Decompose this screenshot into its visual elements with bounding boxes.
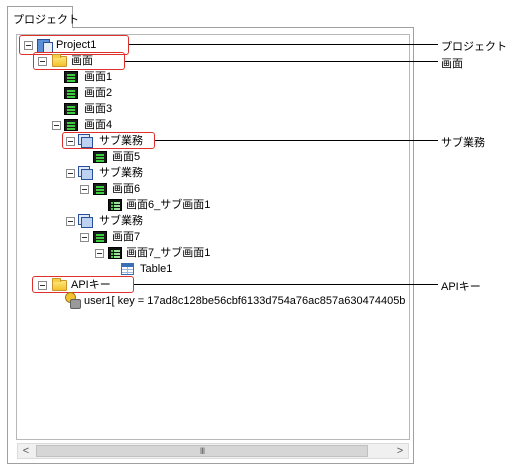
collapse-toggle-screen-6[interactable] [80, 185, 89, 194]
collapse-toggle-subtask-b[interactable] [66, 169, 75, 178]
subscreen-icon [108, 247, 122, 259]
highlight-api-folder [32, 276, 134, 293]
tree-node-screen-2[interactable]: 画面2 [84, 86, 112, 100]
screen-icon [93, 151, 107, 163]
tree-node-table1[interactable]: Table1 [140, 262, 172, 276]
tree-node-subtask-b[interactable]: サブ業務 [99, 166, 143, 180]
annotation-line-screens [125, 61, 438, 62]
annotation-label-screens: 画面 [441, 58, 463, 70]
api-key-icon [64, 292, 81, 309]
annotation-label-apikey: APIキー [441, 281, 481, 293]
scroll-right-button[interactable]: > [392, 444, 408, 458]
tree-node-screen-7-sub[interactable]: 画面7_サブ画面1 [126, 246, 210, 260]
screen-icon [64, 103, 78, 115]
chevron-left-icon: < [22, 445, 30, 457]
screen-icon [64, 119, 78, 131]
collapse-toggle-screen-7[interactable] [80, 233, 89, 242]
horizontal-scrollbar[interactable]: < III > [17, 443, 409, 459]
tree-node-screen-6-sub[interactable]: 画面6_サブ画面1 [126, 198, 210, 212]
tree-node-screen-6[interactable]: 画面6 [112, 182, 140, 196]
tree-node-screen-3[interactable]: 画面3 [84, 102, 112, 116]
tree-node-screen-4[interactable]: 画面4 [84, 118, 112, 132]
highlight-subtask [62, 132, 155, 149]
tree-node-api-entry[interactable]: user1[ key = 17ad8c128be56cbf6133d754a76… [84, 294, 405, 308]
highlight-screens-folder [33, 52, 125, 70]
annotation-line-project [129, 44, 438, 45]
scroll-thumb[interactable]: III [36, 445, 368, 457]
collapse-toggle-subtask-c[interactable] [66, 217, 75, 226]
table-icon [121, 263, 134, 275]
tree-node-screen-7[interactable]: 画面7 [112, 230, 140, 244]
screen-icon [93, 183, 107, 195]
subtask-icon [78, 166, 93, 180]
chevron-right-icon: > [396, 445, 404, 457]
tree-node-screen-1[interactable]: 画面1 [84, 70, 112, 84]
annotation-label-subtask: サブ業務 [441, 137, 485, 149]
collapse-toggle-screen-7-sub[interactable] [95, 249, 104, 258]
subtask-icon [78, 214, 93, 228]
screen-icon [64, 87, 78, 99]
annotation-line-apikey [134, 284, 438, 285]
collapse-toggle-screen-4[interactable] [52, 121, 61, 130]
annotation-label-project: プロジェクト [441, 41, 507, 53]
screen-icon [93, 231, 107, 243]
scroll-left-button[interactable]: < [18, 444, 34, 458]
screen-icon [64, 71, 78, 83]
annotation-line-subtask [155, 140, 438, 141]
scroll-grip-icon: III [199, 446, 206, 456]
tab-project-label: プロジェクト [13, 14, 79, 26]
subscreen-icon [108, 199, 122, 211]
tree-node-subtask-c[interactable]: サブ業務 [99, 214, 143, 228]
tree-node-screen-5[interactable]: 画面5 [112, 150, 140, 164]
